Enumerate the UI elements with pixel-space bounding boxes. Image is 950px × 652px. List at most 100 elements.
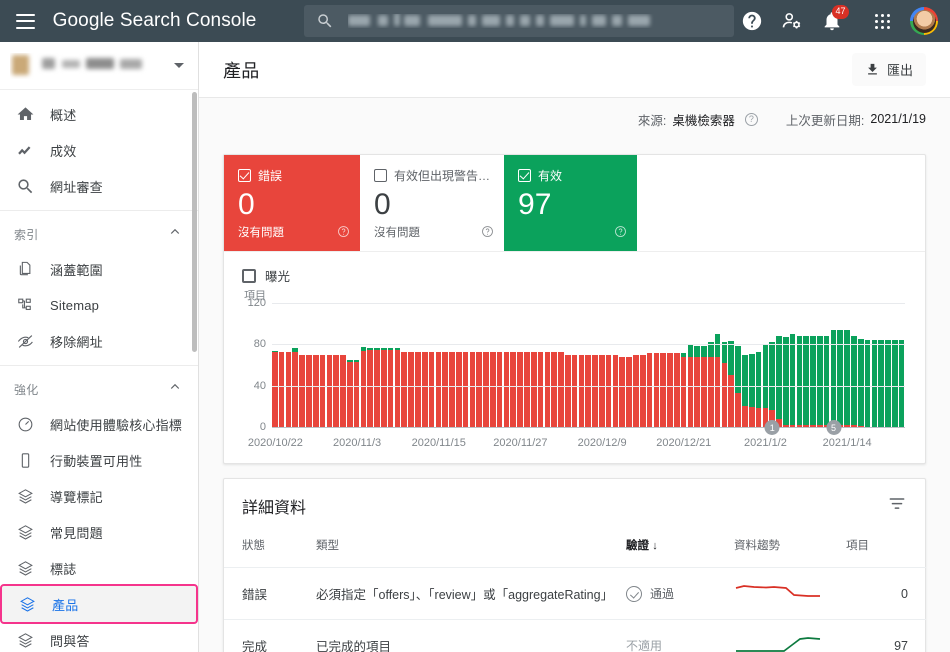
chart-bar[interactable] bbox=[469, 303, 476, 427]
chart-bar[interactable] bbox=[898, 303, 905, 427]
chart-bar[interactable] bbox=[619, 303, 626, 427]
status-tile-error[interactable]: 錯誤 0 沒有問題 bbox=[224, 155, 360, 251]
chart-bar[interactable] bbox=[435, 303, 442, 427]
chart-bar[interactable] bbox=[673, 303, 680, 427]
legend-item-impressions[interactable]: 曝光 bbox=[242, 266, 911, 285]
chart-bar[interactable] bbox=[633, 303, 639, 427]
help-circle-icon[interactable] bbox=[481, 225, 494, 243]
chart-bar[interactable] bbox=[857, 303, 864, 427]
sidebar-item-行動裝置可用性[interactable]: 行動裝置可用性 bbox=[0, 442, 198, 478]
chart-bar[interactable] bbox=[503, 303, 510, 427]
chart-bar[interactable] bbox=[721, 303, 728, 427]
sidebar-item-網站使用體驗核心指標[interactable]: 網站使用體驗核心指標 bbox=[0, 406, 198, 442]
chart-bar[interactable] bbox=[823, 303, 830, 427]
chart-annotation-marker[interactable]: 1 bbox=[764, 420, 780, 435]
sidebar-item-常見問題[interactable]: 常見問題 bbox=[0, 514, 198, 550]
chart-bar[interactable] bbox=[660, 303, 666, 427]
sidebar-scrollbar[interactable] bbox=[192, 92, 197, 352]
sidebar-item-概述[interactable]: 概述 bbox=[0, 96, 198, 132]
chart-bar[interactable] bbox=[326, 303, 333, 427]
chart-bar[interactable] bbox=[796, 303, 803, 427]
chart-bar[interactable] bbox=[394, 303, 401, 427]
sidebar-item-導覽標記[interactable]: 導覽標記 bbox=[0, 478, 198, 514]
chart-bar[interactable] bbox=[462, 303, 469, 427]
chart-bar[interactable] bbox=[285, 303, 292, 427]
chart-bar[interactable] bbox=[626, 303, 632, 427]
chart-bar[interactable] bbox=[421, 303, 428, 427]
chart-bar[interactable] bbox=[769, 303, 775, 427]
chart-bar[interactable] bbox=[830, 303, 837, 427]
sidebar-item-移除網址[interactable]: 移除網址 bbox=[0, 323, 198, 359]
chart-bar[interactable] bbox=[851, 303, 857, 427]
chart-bar[interactable] bbox=[701, 303, 707, 427]
chart-bar[interactable] bbox=[340, 303, 346, 427]
chart-bar[interactable] bbox=[510, 303, 517, 427]
chart-bar[interactable] bbox=[864, 303, 871, 427]
help-icon[interactable] bbox=[734, 3, 770, 39]
chart-bar[interactable] bbox=[789, 303, 796, 427]
chart-annotation-marker[interactable]: 5 bbox=[826, 420, 842, 435]
chart-bar[interactable] bbox=[871, 303, 878, 427]
chart-bar[interactable] bbox=[387, 303, 394, 427]
chart-bar[interactable] bbox=[517, 303, 523, 427]
tile-checkbox[interactable] bbox=[518, 169, 532, 182]
chart-bar[interactable] bbox=[483, 303, 489, 427]
chart-bar[interactable] bbox=[585, 303, 591, 427]
chart-bar[interactable] bbox=[558, 303, 564, 427]
help-circle-icon[interactable] bbox=[614, 225, 627, 243]
sidebar-group-header-強化[interactable]: 強化 bbox=[0, 372, 198, 406]
filter-icon[interactable] bbox=[887, 494, 907, 519]
col-type[interactable]: 類型 bbox=[316, 533, 626, 568]
chart-bar[interactable] bbox=[530, 303, 537, 427]
chart-bar[interactable] bbox=[742, 303, 748, 427]
chart-bar[interactable] bbox=[381, 303, 387, 427]
apps-grid-icon[interactable] bbox=[864, 3, 900, 39]
search-input[interactable] bbox=[304, 5, 734, 37]
chart-bar[interactable] bbox=[667, 303, 673, 427]
chart-bar[interactable] bbox=[272, 303, 278, 427]
account-settings-icon[interactable] bbox=[774, 3, 810, 39]
chart-bar[interactable] bbox=[714, 303, 721, 427]
chart-bar[interactable] bbox=[571, 303, 578, 427]
chart-bar[interactable] bbox=[374, 303, 380, 427]
sidebar-item-涵蓋範圍[interactable]: 涵蓋範圍 bbox=[0, 251, 198, 287]
notifications-icon[interactable]: 47 bbox=[814, 3, 850, 39]
chart-bar[interactable] bbox=[782, 303, 789, 427]
chart-bar[interactable] bbox=[878, 303, 884, 427]
chart-bar[interactable] bbox=[299, 303, 305, 427]
chart-bar[interactable] bbox=[680, 303, 687, 427]
chart-bar[interactable] bbox=[408, 303, 414, 427]
chart-bar[interactable] bbox=[687, 303, 694, 427]
chart-bar[interactable] bbox=[476, 303, 482, 427]
chart-bar[interactable] bbox=[537, 303, 544, 427]
avatar[interactable] bbox=[910, 7, 938, 35]
chart-bar[interactable] bbox=[346, 303, 353, 427]
chart-bar[interactable] bbox=[844, 303, 850, 427]
tile-checkbox[interactable] bbox=[238, 169, 251, 182]
chart-bar[interactable] bbox=[646, 303, 653, 427]
chart-bar[interactable] bbox=[776, 303, 782, 427]
sidebar-item-網址審查[interactable]: 網址審查 bbox=[0, 168, 198, 204]
chart-bar[interactable] bbox=[564, 303, 571, 427]
sidebar-item-Sitemap[interactable]: Sitemap bbox=[0, 287, 198, 323]
col-trend[interactable]: 資料趨勢 bbox=[734, 533, 846, 568]
status-tile-warning[interactable]: 有效但出現警告… 0 沒有問題 bbox=[360, 155, 505, 251]
chart-bar[interactable] bbox=[592, 303, 598, 427]
property-selector[interactable] bbox=[0, 42, 198, 90]
chart-bar[interactable] bbox=[544, 303, 551, 427]
sidebar-item-產品[interactable]: 產品 bbox=[0, 584, 198, 624]
chart-bar[interactable] bbox=[319, 303, 326, 427]
status-tile-valid[interactable]: 有效 97 bbox=[504, 155, 638, 251]
chart-bar[interactable] bbox=[367, 303, 373, 427]
help-circle-icon[interactable]: ? bbox=[744, 112, 758, 126]
chart-bar[interactable] bbox=[360, 303, 367, 427]
sidebar-item-問與答[interactable]: 問與答 bbox=[0, 622, 198, 652]
table-row[interactable]: 完成 已完成的項目 不適用 97 bbox=[224, 619, 926, 652]
chart-bar[interactable] bbox=[708, 303, 714, 427]
chart-bar[interactable] bbox=[306, 303, 312, 427]
chart-bar[interactable] bbox=[817, 303, 823, 427]
chart-bar[interactable] bbox=[551, 303, 557, 427]
export-button[interactable]: 匯出 bbox=[851, 53, 926, 86]
chart-bar[interactable] bbox=[605, 303, 612, 427]
chart-bar[interactable] bbox=[810, 303, 816, 427]
